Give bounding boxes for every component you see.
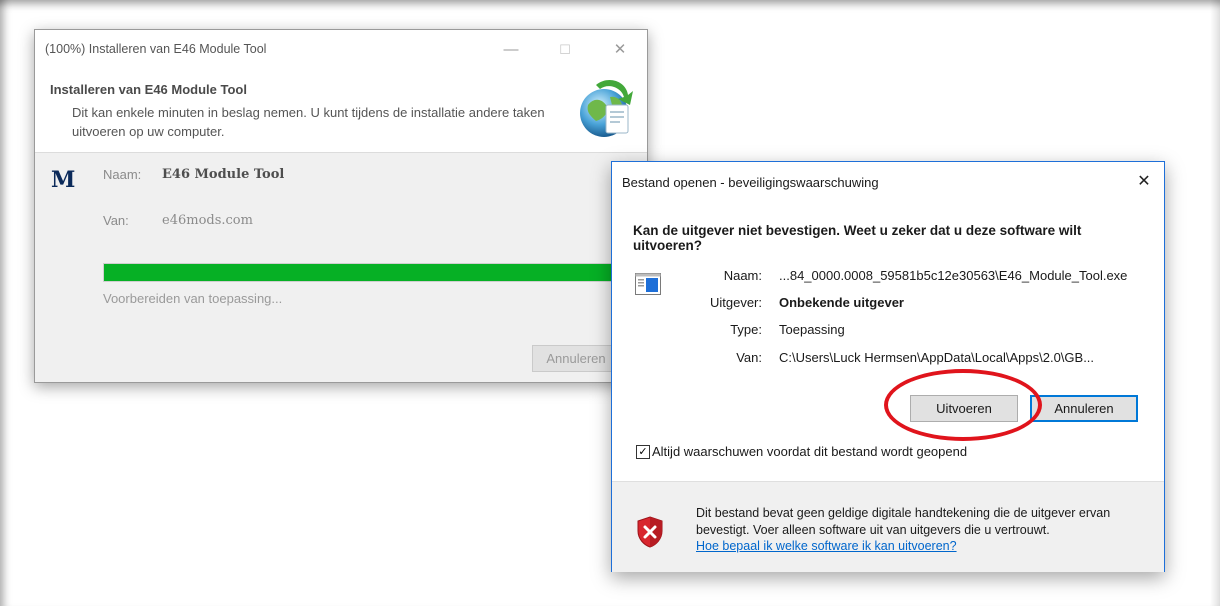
info-publisher-value: Onbekende uitgever (779, 295, 904, 310)
info-publisher-label: Uitgever: (709, 295, 762, 310)
help-link[interactable]: Hoe bepaal ik welke software ik kan uitv… (696, 539, 957, 553)
info-type-value: Toepassing (779, 322, 845, 337)
app-logo: M (51, 167, 76, 193)
installer-footer: Annuleren (35, 327, 647, 382)
name-label: Naam: (103, 167, 142, 182)
maximize-icon[interactable]: ☐ (553, 38, 577, 62)
security-footer: Dit bestand bevat geen geldige digitale … (612, 481, 1164, 572)
installer-cancel-button[interactable]: Annuleren (532, 345, 620, 372)
progress-fill (104, 264, 612, 281)
security-title: Bestand openen - beveiligingswaarschuwin… (622, 175, 879, 190)
info-name-value: ...84_0000.0008_59581b5c12e30563\E46_Mod… (779, 268, 1128, 283)
security-question: Kan de uitgever niet bevestigen. Weet u … (633, 223, 1082, 253)
page-edge-shadow (1210, 0, 1220, 606)
progress-status: Voorbereiden van toepassing... (103, 291, 283, 306)
always-warn-checkbox[interactable]: ✓ (636, 445, 650, 459)
always-warn-label[interactable]: Altijd waarschuwen voordat dit bestand w… (652, 444, 967, 459)
info-from-label: Van: (736, 350, 762, 365)
info-from-value: C:\Users\Luck Hermsen\AppData\Local\Apps… (779, 350, 1095, 365)
name-value: E46 Module Tool (162, 167, 285, 182)
progress-bar (103, 263, 613, 282)
installer-header-description: Dit kan enkele minuten in beslag nemen. … (72, 105, 545, 139)
shield-error-icon (637, 516, 663, 548)
close-icon[interactable]: ✕ (1132, 170, 1156, 194)
security-titlebar: Bestand openen - beveiligingswaarschuwin… (612, 162, 1164, 204)
minimize-icon[interactable]: — (499, 38, 523, 62)
security-warning-dialog: Bestand openen - beveiligingswaarschuwin… (611, 161, 1165, 572)
highlight-circle (884, 369, 1042, 441)
from-label: Van: (103, 213, 129, 228)
from-value: e46mods.com (162, 213, 253, 228)
installer-title: (100%) Installeren van E46 Module Tool (45, 42, 267, 56)
installer-titlebar: (100%) Installeren van E46 Module Tool —… (35, 30, 647, 70)
info-name-label: Naam: (723, 268, 762, 283)
info-type-label: Type: (730, 322, 762, 337)
globe-install-icon (580, 80, 633, 137)
security-warning-text: Dit bestand bevat geen geldige digitale … (696, 506, 1111, 537)
close-icon[interactable]: ✕ (608, 38, 632, 62)
installer-body: M Naam: E46 Module Tool Van: e46mods.com… (35, 152, 647, 328)
cancel-button[interactable]: Annuleren (1030, 395, 1138, 422)
installer-window: (100%) Installeren van E46 Module Tool —… (34, 29, 648, 383)
installer-header-title: Installeren van E46 Module Tool (50, 82, 247, 97)
installer-header: Installeren van E46 Module Tool Dit kan … (35, 70, 647, 152)
